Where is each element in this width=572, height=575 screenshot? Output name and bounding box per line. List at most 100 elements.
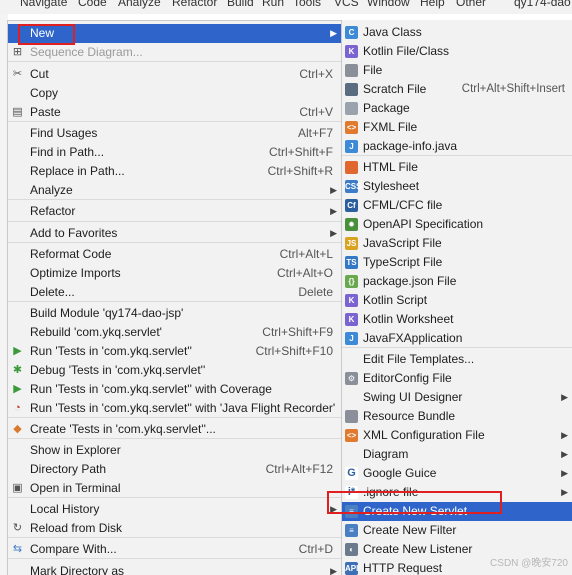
menu-item-shortcut: Ctrl+Alt+L xyxy=(279,247,333,261)
submenu-item-label: Kotlin Worksheet xyxy=(363,312,454,326)
menu-item-find-in-path[interactable]: Find in Path... Ctrl+Shift+F xyxy=(8,143,341,162)
menu-item-reload-from-disk[interactable]: ↻ Reload from Disk xyxy=(8,519,341,538)
menu-item-reformat-code[interactable]: Reformat Code Ctrl+Alt+L xyxy=(8,245,341,264)
menu-separator xyxy=(8,221,341,222)
submenu-arrow-icon: ▶ xyxy=(561,430,568,440)
menu-item-local-history[interactable]: Local History ▶ xyxy=(8,500,341,519)
submenu-item-javafxapplication[interactable]: J JavaFXApplication xyxy=(342,329,572,348)
submenu-item-swing-ui-designer[interactable]: Swing UI Designer ▶ xyxy=(342,388,572,407)
menu-item-sequence-diagram[interactable]: ⊞ Sequence Diagram... xyxy=(8,43,341,62)
menu-item-run-tests-in-com-ykq-servlet[interactable]: ▶ Run 'Tests in 'com.ykq.servlet'' Ctrl+Sh… xyxy=(8,342,341,361)
menu-item-shortcut: Ctrl+Shift+F9 xyxy=(262,325,333,339)
menu-item-debug-tests-in-com-ykq-servlet[interactable]: ✱ Debug 'Tests in 'com.ykq.servlet'' xyxy=(8,361,341,380)
menubar-item-tools[interactable]: Tools xyxy=(293,0,321,9)
menubar-item-build[interactable]: Build xyxy=(227,0,254,9)
submenu-item-label: Swing UI Designer xyxy=(363,390,463,404)
submenu-item-label: Resource Bundle xyxy=(363,409,456,423)
menu-item-replace-in-path[interactable]: Replace in Path... Ctrl+Shift+R xyxy=(8,162,341,181)
menu-item-rebuild-com-ykq-servlet[interactable]: Rebuild 'com.ykq.servlet' Ctrl+Shift+F9 xyxy=(8,323,341,342)
submenu-item-resource-bundle[interactable]: Resource Bundle xyxy=(342,407,572,426)
menu-item-label: Delete... xyxy=(30,285,75,299)
menu-item-label: Local History xyxy=(30,502,100,516)
menubar-item-refactor[interactable]: Refactor xyxy=(172,0,217,9)
menu-item-shortcut: Ctrl+Shift+F xyxy=(268,145,333,159)
compare-icon: ⇆ xyxy=(12,543,23,555)
menu-item-create-tests-in-com-ykq-servlet[interactable]: ◆ Create 'Tests in 'com.ykq.servlet''... xyxy=(8,420,341,439)
submenu-item-edit-file-templates[interactable]: Edit File Templates... xyxy=(342,350,572,369)
submenu-item-label: EditorConfig File xyxy=(363,371,452,385)
submenu-item-editorconfig-file[interactable]: ⚙ EditorConfig File xyxy=(342,369,572,388)
submenu-item-kotlin-file-class[interactable]: K Kotlin File/Class xyxy=(342,42,572,61)
main-menubar: Navigate Code Analyze Refactor Build Run Tools… xyxy=(0,0,572,14)
submenu-item-cfml-cfc-file[interactable]: Cf CFML/CFC file xyxy=(342,196,572,215)
submenu-item-label: Scratch File xyxy=(363,82,427,96)
menu-item-label: Add to Favorites xyxy=(30,226,118,240)
menu-item-run-tests-in-com-ykq-servlet-with-coverage[interactable]: ▶ Run 'Tests in 'com.ykq.servlet'' with C… xyxy=(8,380,341,399)
submenu-item-package-info-java[interactable]: Jpackage-info.java xyxy=(342,137,572,156)
fxml-file-icon: <> xyxy=(345,121,358,134)
submenu-item-label: package-info.java xyxy=(363,139,458,153)
submenu-item-html-file[interactable]: HTML File xyxy=(342,158,572,177)
submenu-item-google-guice[interactable]: G Google Guice ▶ xyxy=(342,464,572,483)
menu-item-mark-directory-as[interactable]: Mark Directory as ▶ xyxy=(8,562,341,575)
menu-item-copy[interactable]: Copy xyxy=(8,84,341,103)
menubar-item-analyze[interactable]: Analyze xyxy=(118,0,161,9)
menu-item-label: Cut xyxy=(30,67,49,81)
package-info-icon: J xyxy=(345,140,358,153)
submenu-arrow-icon: ▶ xyxy=(330,228,337,238)
submenu-item-package-json-file[interactable]: {} package.json File xyxy=(342,272,572,291)
create-servlet-highlight-box xyxy=(327,491,502,514)
menu-item-open-in-terminal[interactable]: ▣ Open in Terminal xyxy=(8,479,341,498)
menu-item-analyze[interactable]: Analyze ▶ xyxy=(8,181,341,200)
menu-item-shortcut: Ctrl+Shift+F10 xyxy=(255,344,333,358)
menu-item-cut[interactable]: ✂ Cut Ctrl+X xyxy=(8,65,341,84)
submenu-arrow-icon: ▶ xyxy=(330,185,337,195)
menu-item-build-module-qy174-dao-jsp[interactable]: Build Module 'qy174-dao-jsp' xyxy=(8,304,341,323)
resource-bundle-icon xyxy=(345,410,358,423)
menu-item-add-to-favorites[interactable]: Add to Favorites ▶ xyxy=(8,224,341,243)
submenu-item-scratch-file[interactable]: Scratch File Ctrl+Alt+Shift+Insert xyxy=(342,80,572,99)
menu-item-compare-with[interactable]: ⇆ Compare With... Ctrl+D xyxy=(8,540,341,559)
menu-item-label: Run 'Tests in 'com.ykq.servlet'' with 'J… xyxy=(30,401,336,415)
submenu-item-stylesheet[interactable]: CSS Stylesheet xyxy=(342,177,572,196)
menubar-item-code[interactable]: Code xyxy=(78,0,107,9)
menubar-item-help[interactable]: Help xyxy=(420,0,445,9)
menu-item-delete[interactable]: Delete... Delete xyxy=(8,283,341,302)
submenu-item-label: Stylesheet xyxy=(363,179,420,193)
menu-item-show-in-explorer[interactable]: Show in Explorer xyxy=(8,441,341,460)
submenu-item-label: OpenAPI Specification xyxy=(363,217,484,231)
menubar-item-vcs[interactable]: VCS xyxy=(334,0,359,9)
submenu-item-java-class[interactable]: C Java Class xyxy=(342,23,572,42)
menu-item-refactor[interactable]: Refactor ▶ xyxy=(8,202,341,221)
submenu-item-kotlin-script[interactable]: K Kotlin Script xyxy=(342,291,572,310)
menu-item-optimize-imports[interactable]: Optimize Imports Ctrl+Alt+O xyxy=(8,264,341,283)
submenu-item-javascript-file[interactable]: JS JavaScript File xyxy=(342,234,572,253)
menu-item-paste[interactable]: ▤ Paste Ctrl+V xyxy=(8,103,341,122)
submenu-item-typescript-file[interactable]: TS TypeScript File xyxy=(342,253,572,272)
submenu-item-create-new-filter[interactable]: ≡ Create New Filter xyxy=(342,521,572,540)
menu-item-directory-path[interactable]: Directory Path Ctrl+Alt+F12 xyxy=(8,460,341,479)
listener-icon: ◐ xyxy=(345,543,358,556)
submenu-item-fxml-file[interactable]: <> FXML File xyxy=(342,118,572,137)
submenu-item-label: File xyxy=(363,63,383,77)
submenu-item-openapi-specification[interactable]: ✹ OpenAPI Specification xyxy=(342,215,572,234)
openapi-icon: ✹ xyxy=(345,218,358,231)
submenu-item-xml-configuration-file[interactable]: <> XML Configuration File ▶ xyxy=(342,426,572,445)
menubar-item-navigate[interactable]: Navigate xyxy=(20,0,67,9)
kotlin-script-icon: K xyxy=(345,294,358,307)
menubar-item-run[interactable]: Run xyxy=(262,0,284,9)
menubar-item-window[interactable]: Window xyxy=(367,0,410,9)
context-menu: New ▶ ⊞ Sequence Diagram... ✂ Cut Ctrl+X Copy ▤ P… xyxy=(7,20,342,575)
menubar-item-qy174-dao[interactable]: qy174-dao xyxy=(514,0,571,9)
submenu-item-diagram[interactable]: Diagram ▶ xyxy=(342,445,572,464)
menu-item-find-usages[interactable]: Find Usages Alt+F7 xyxy=(8,124,341,143)
menubar-item-other[interactable]: Other xyxy=(456,0,486,9)
diagram-icon: ⊞ xyxy=(12,46,23,58)
submenu-item-label: Java Class xyxy=(363,25,422,39)
submenu-item-kotlin-worksheet[interactable]: K Kotlin Worksheet xyxy=(342,310,572,329)
menu-item-label: Build Module 'qy174-dao-jsp' xyxy=(30,306,184,320)
menu-item-run-tests-in-com-ykq-servlet-with-java-flight-recorder[interactable]: ◔ Run 'Tests in 'com.ykq.servlet'' with '… xyxy=(8,399,341,418)
submenu-item-file[interactable]: File xyxy=(342,61,572,80)
menu-item-shortcut: Ctrl+Alt+F12 xyxy=(265,462,333,476)
submenu-item-package[interactable]: Package xyxy=(342,99,572,118)
